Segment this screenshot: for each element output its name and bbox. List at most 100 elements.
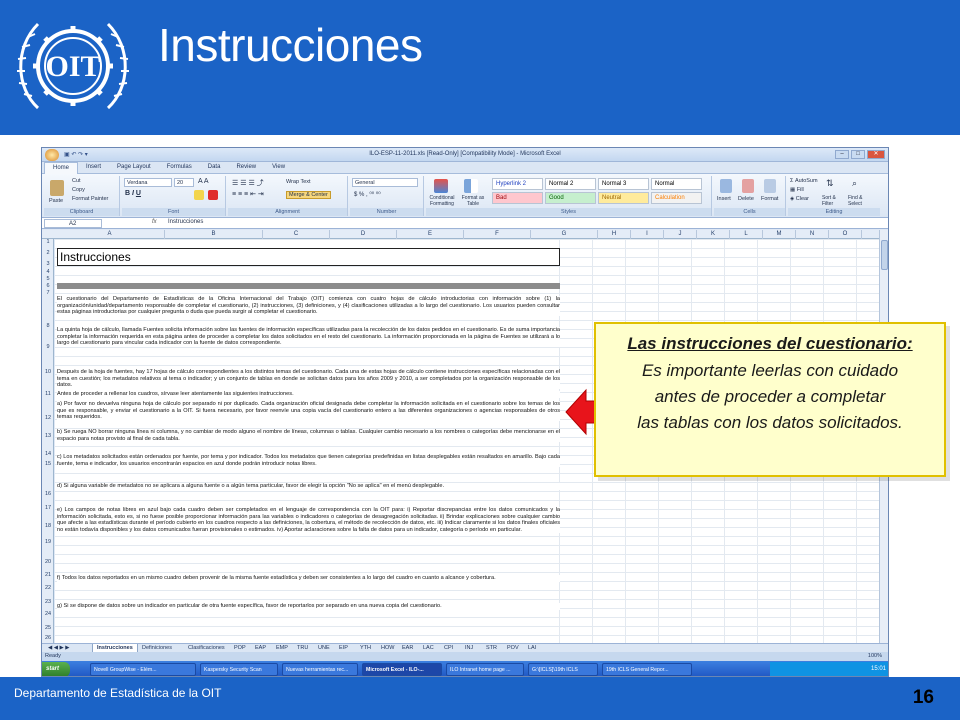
start-button[interactable]: start	[42, 662, 70, 676]
cell-text[interactable]: La quinta hoja de cálculo, llamada Fuent…	[57, 327, 560, 347]
fill-color-icon[interactable]	[194, 190, 204, 200]
column-header[interactable]: H	[598, 230, 631, 239]
column-header[interactable]: A	[55, 230, 165, 239]
tab-formulas[interactable]: Formulas	[159, 162, 200, 174]
column-header[interactable]: N	[796, 230, 829, 239]
find-select-button[interactable]: Find & Select	[848, 195, 872, 207]
row-header[interactable]: 6	[42, 283, 54, 289]
column-header[interactable]: O	[829, 230, 862, 239]
cell-style[interactable]: Calculation	[651, 192, 702, 204]
cell-text[interactable]: e) Los campos de notas libres en azul ba…	[57, 507, 560, 534]
row-header[interactable]: 25	[42, 625, 54, 631]
cell-text[interactable]: b) Se ruega NO borrar ninguna línea ni c…	[57, 429, 560, 443]
cell-style[interactable]: Normal 3	[598, 178, 649, 190]
cell-text[interactable]: Después de la hoja de fuentes, hay 17 ho…	[57, 369, 560, 389]
cell-style[interactable]: Hyperlink 2	[492, 178, 543, 190]
row-header[interactable]: 7	[42, 290, 54, 296]
column-header[interactable]: C	[263, 230, 330, 239]
row-header[interactable]: 21	[42, 572, 54, 578]
cell-style[interactable]: Bad	[492, 192, 543, 204]
row-header[interactable]: 16	[42, 491, 54, 497]
close-button[interactable]: ✕	[867, 150, 885, 159]
column-header[interactable]: B	[165, 230, 263, 239]
font-grow-button[interactable]: A A	[198, 178, 209, 185]
cut-button[interactable]: Cut	[72, 178, 81, 184]
formula-input[interactable]: Instrucciones	[168, 219, 203, 225]
font-color-icon[interactable]	[208, 190, 218, 200]
scroll-thumb[interactable]	[881, 240, 888, 270]
taskbar-item[interactable]: Novell GroupWise - Elém...	[90, 663, 196, 676]
delete-button[interactable]: Delete	[738, 196, 754, 202]
column-header[interactable]: L	[730, 230, 763, 239]
minimize-button[interactable]: –	[835, 150, 849, 159]
format-as-table-icon[interactable]	[464, 179, 478, 193]
row-header[interactable]: 19	[42, 539, 54, 545]
copy-button[interactable]: Copy	[72, 187, 85, 193]
fill-button[interactable]: ▦ Fill	[790, 187, 804, 193]
row-header[interactable]: 10	[42, 369, 54, 375]
row-header[interactable]: 22	[42, 585, 54, 591]
maximize-button[interactable]: □	[851, 150, 865, 159]
tab-review[interactable]: Review	[228, 162, 264, 174]
row-header[interactable]: 15	[42, 461, 54, 467]
column-header[interactable]: J	[664, 230, 697, 239]
column-header[interactable]: F	[464, 230, 531, 239]
merge-center-button[interactable]: Merge & Center	[286, 191, 331, 199]
autosum-button[interactable]: Σ AutoSum	[790, 178, 818, 184]
cell-style[interactable]: Normal 2	[545, 178, 596, 190]
cell-text[interactable]: f) Todos los datos reportados en un mism…	[57, 575, 560, 582]
cell-text[interactable]: a) Por favor no devuelva ninguna hoja de…	[57, 401, 560, 421]
row-header[interactable]: 4	[42, 269, 54, 275]
bold-button[interactable]: B I U	[125, 190, 141, 197]
column-header[interactable]: M	[763, 230, 796, 239]
row-header[interactable]: 20	[42, 559, 54, 565]
cell-text[interactable]: El cuestionario del Departamento de Esta…	[57, 296, 560, 316]
name-box[interactable]: A2	[44, 219, 102, 228]
row-header[interactable]: 24	[42, 611, 54, 617]
vertical-align-icons[interactable]: ☰ ☰ ☰ ⤴	[232, 178, 264, 188]
column-header[interactable]: E	[397, 230, 464, 239]
taskbar-item[interactable]: Microsoft Excel - ILO-...	[362, 663, 442, 676]
taskbar-item[interactable]: Kaspersky Security Scan	[200, 663, 278, 676]
column-header[interactable]: K	[697, 230, 730, 239]
paste-button[interactable]: Paste	[49, 198, 63, 204]
format-painter-button[interactable]: Format Painter	[72, 196, 108, 202]
conditional-formatting-button[interactable]: Conditional Formatting	[426, 195, 458, 207]
number-format-select[interactable]: General	[352, 178, 418, 187]
clear-button[interactable]: ◈ Clear	[790, 196, 809, 202]
row-header[interactable]: 14	[42, 451, 54, 457]
cell-text[interactable]: d) Si alguna variable de metadatos no se…	[57, 483, 560, 490]
font-name-select[interactable]: Verdana	[124, 178, 172, 187]
row-header[interactable]: 26	[42, 635, 54, 641]
taskbar-item[interactable]: G:\[ICLS]\19th ICLS	[528, 663, 598, 676]
sort-filter-icon[interactable]: ⇅	[826, 178, 834, 189]
tab-page-layout[interactable]: Page Layout	[109, 162, 159, 174]
row-header[interactable]: 17	[42, 505, 54, 511]
cell-style[interactable]: Normal	[651, 178, 702, 190]
cell-style[interactable]: Neutral	[598, 192, 649, 204]
tab-data[interactable]: Data	[200, 162, 229, 174]
taskbar-item[interactable]: 19th ICLS General Repor...	[602, 663, 692, 676]
zoom-level[interactable]: 100%	[868, 652, 882, 661]
binoculars-icon[interactable]: ⌕	[852, 178, 857, 189]
taskbar-item[interactable]: ILO Intranet home page ...	[446, 663, 524, 676]
row-header[interactable]: 5	[42, 276, 54, 282]
insert-function-icon[interactable]: fx	[152, 219, 157, 225]
column-header[interactable]: I	[631, 230, 664, 239]
number-format-icons[interactable]: $ % , ⁰⁰ ⁰⁰	[354, 191, 381, 198]
tab-insert[interactable]: Insert	[78, 162, 109, 174]
format-as-table-button[interactable]: Format as Table	[460, 195, 486, 207]
delete-cells-icon[interactable]	[742, 179, 754, 193]
row-header[interactable]: 11	[42, 391, 54, 397]
cell-text[interactable]: c) Los metadatos solicitados están orden…	[57, 454, 560, 468]
row-header[interactable]: 2	[42, 250, 54, 256]
taskbar-item[interactable]: Nuevas herramientas rec...	[282, 663, 358, 676]
row-header[interactable]: 3	[42, 261, 54, 267]
row-header[interactable]: 12	[42, 415, 54, 421]
wrap-text-button[interactable]: Wrap Text	[286, 179, 311, 185]
cell-style[interactable]: Good	[545, 192, 596, 204]
row-header[interactable]: 13	[42, 433, 54, 439]
conditional-formatting-icon[interactable]	[434, 179, 448, 193]
cell-text[interactable]: Antes de proceder a rellenar los cuadros…	[57, 391, 560, 398]
sort-filter-button[interactable]: Sort & Filter	[822, 195, 844, 207]
